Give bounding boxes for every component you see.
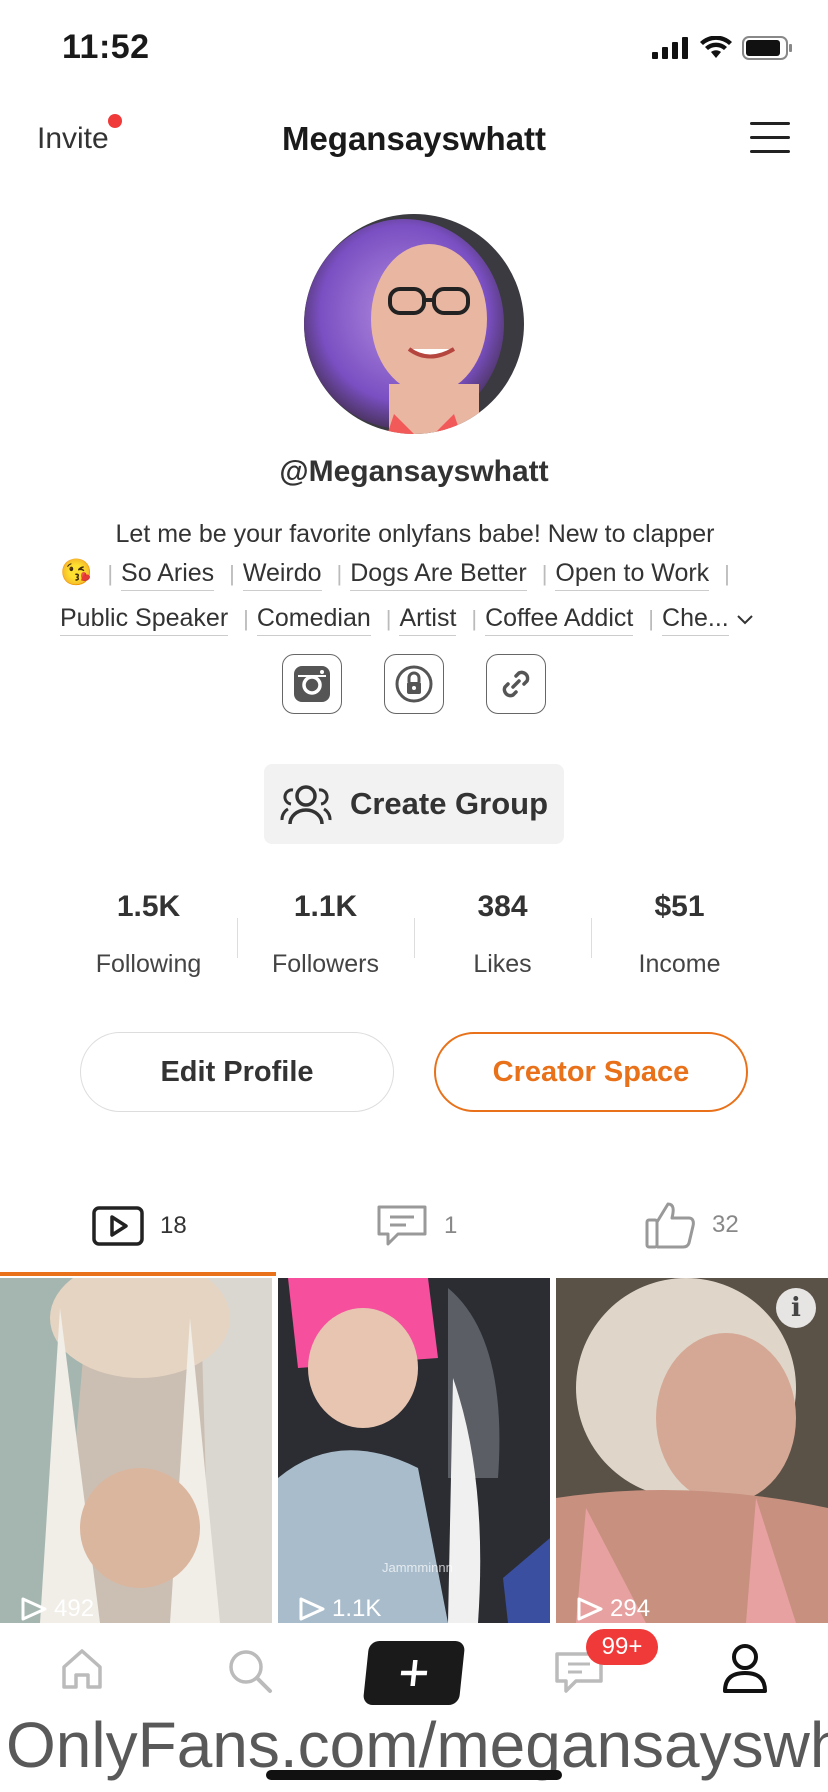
home-indicator	[266, 1770, 562, 1780]
stat-income[interactable]: $51 Income	[591, 890, 768, 979]
video-thumbnail[interactable]: i 294	[556, 1278, 828, 1623]
tag-item[interactable]: Coffee Addict	[485, 601, 634, 636]
instagram-icon	[294, 666, 330, 702]
create-group-label: Create Group	[349, 786, 549, 821]
play-icon	[577, 1597, 603, 1621]
tag-item[interactable]: Dogs Are Better	[350, 556, 527, 591]
stat-label: Following	[95, 950, 202, 978]
comment-icon	[377, 1205, 427, 1246]
stat-value: 1.1K	[293, 890, 358, 923]
tag-item[interactable]: Che...	[662, 601, 729, 636]
plus-icon	[400, 1660, 428, 1686]
active-tab-indicator	[0, 1272, 276, 1276]
stat-value: $51	[654, 890, 705, 923]
view-count-label: 492	[54, 1595, 95, 1622]
stat-followers[interactable]: 1.1K Followers	[237, 890, 414, 979]
tag-item[interactable]: Comedian	[256, 601, 371, 636]
social-links	[0, 654, 828, 714]
tag-item[interactable]: Artist	[399, 601, 457, 636]
messages-badge: 99+	[586, 1629, 658, 1665]
tag-item[interactable]: So Aries	[121, 556, 215, 591]
tab-likes-count: 32	[712, 1211, 739, 1238]
page-title: Megansayswhatt	[281, 120, 547, 157]
tag-item[interactable]: Public Speaker	[60, 601, 229, 636]
stat-value: 384	[477, 890, 528, 923]
profile-stats: 1.5K Following 1.1K Followers 384 Likes $51…	[60, 890, 768, 979]
battery-icon	[742, 36, 792, 60]
wifi-icon	[700, 36, 732, 58]
top-header: Invite Megansayswhatt	[0, 100, 828, 180]
video-play-icon	[92, 1206, 144, 1246]
profile-tags: 😘 | So Aries | Weirdo | Dogs Are Better | Op…	[60, 550, 780, 641]
kiss-emoji: 😘	[60, 557, 93, 587]
view-count-label: 1.1K	[332, 1595, 382, 1622]
play-icon	[299, 1597, 325, 1621]
tag-item[interactable]: Open to Work	[555, 556, 710, 591]
thumbs-up-icon	[645, 1202, 695, 1249]
view-count: 294	[576, 1595, 650, 1623]
video-grid: 492 1.1K Jammminnn i 294	[0, 1278, 828, 1623]
create-group-button[interactable]: Create Group	[264, 764, 564, 844]
view-count: 1.1K	[298, 1595, 381, 1623]
search-icon[interactable]	[226, 1647, 274, 1695]
stat-label: Likes	[473, 950, 532, 978]
view-count-label: 294	[610, 1595, 651, 1622]
tab-videos[interactable]: 18	[92, 1206, 187, 1246]
tab-comments-count: 1	[444, 1212, 458, 1239]
avatar[interactable]	[304, 214, 524, 434]
tab-comments[interactable]: 1	[376, 1204, 457, 1248]
create-post-button[interactable]	[362, 1641, 466, 1705]
edit-profile-button[interactable]: Edit Profile	[80, 1032, 394, 1112]
onlyfans-button[interactable]	[384, 654, 444, 714]
video-caption: Jammminnn	[382, 1560, 453, 1575]
view-count: 492	[20, 1595, 94, 1623]
info-icon[interactable]: i	[776, 1288, 816, 1328]
menu-icon[interactable]	[750, 122, 790, 154]
stat-likes[interactable]: 384 Likes	[414, 890, 591, 979]
signal-icon	[652, 37, 688, 59]
content-tabs: 18 1 32	[0, 1196, 828, 1256]
link-icon	[502, 670, 530, 698]
tab-videos-count: 18	[160, 1212, 187, 1239]
stat-value: 1.5K	[116, 890, 181, 923]
link-button[interactable]	[486, 654, 546, 714]
video-thumbnail[interactable]: 492	[0, 1278, 272, 1623]
play-icon	[21, 1597, 47, 1621]
tag-item[interactable]: Weirdo	[242, 556, 322, 591]
tab-likes[interactable]: 32	[644, 1200, 739, 1250]
stat-label: Followers	[272, 950, 379, 978]
profile-handle: @Megansayswhatt	[279, 455, 549, 488]
video-thumbnail[interactable]: 1.1K Jammminnn	[278, 1278, 550, 1623]
status-icons	[652, 36, 794, 60]
instagram-button[interactable]	[282, 654, 342, 714]
home-icon[interactable]	[60, 1647, 104, 1691]
creator-space-button[interactable]: Creator Space	[434, 1032, 748, 1112]
chevron-down-icon[interactable]	[736, 614, 754, 626]
group-icon	[280, 785, 332, 825]
lock-icon	[395, 665, 433, 703]
status-time: 11:52	[62, 28, 150, 66]
profile-icon[interactable]	[722, 1643, 768, 1693]
stat-following[interactable]: 1.5K Following	[60, 890, 237, 979]
stat-label: Income	[638, 950, 721, 978]
